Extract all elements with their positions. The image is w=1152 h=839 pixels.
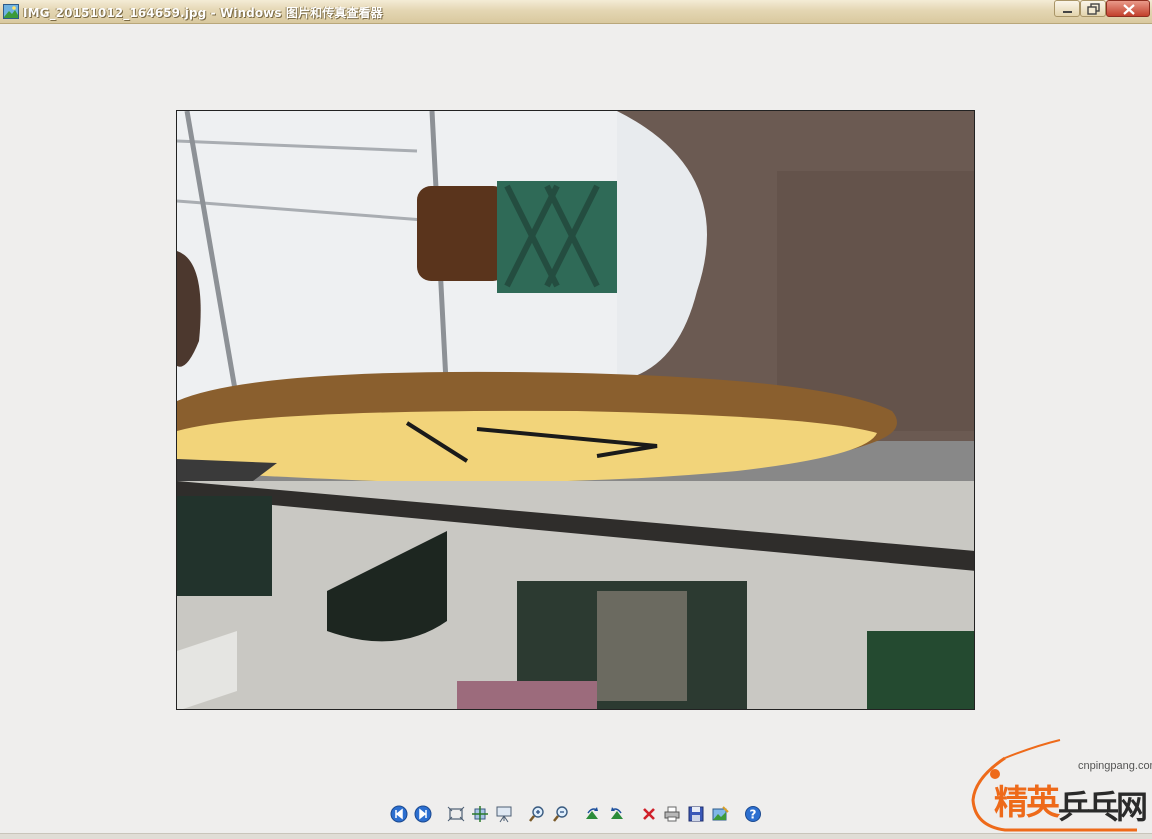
- next-circle-icon: [414, 805, 432, 823]
- zoom-in-button[interactable]: [528, 805, 546, 823]
- watermark-url: cnpingpang.com: [1078, 760, 1152, 772]
- zoom-out-button[interactable]: [552, 805, 570, 823]
- floppy-disk-icon: [688, 806, 704, 822]
- picture-viewer-icon: [3, 4, 19, 19]
- minimize-button[interactable]: [1054, 0, 1080, 17]
- edit-picture-icon: [712, 806, 729, 821]
- rotate-clockwise-button[interactable]: [584, 805, 602, 823]
- save-button[interactable]: [687, 805, 705, 823]
- help-button[interactable]: ?: [744, 805, 762, 823]
- title-bar[interactable]: IMG_20151012_164659.jpg - Windows 图片和传真查…: [0, 0, 1152, 24]
- next-image-button[interactable]: [414, 805, 432, 823]
- rotate-counterclockwise-button[interactable]: [607, 805, 625, 823]
- close-button[interactable]: [1106, 0, 1150, 17]
- best-fit-icon: [447, 806, 465, 822]
- svg-text:?: ?: [750, 808, 757, 822]
- minimize-icon: [1063, 11, 1072, 13]
- window-bottom-edge: [0, 833, 1152, 839]
- slideshow-button[interactable]: [495, 805, 513, 823]
- restore-button[interactable]: [1080, 0, 1106, 17]
- delete-x-icon: [643, 808, 655, 820]
- watermark-text-right: 乒乓网: [1058, 788, 1148, 826]
- restore-icon: [1087, 3, 1100, 15]
- slideshow-icon: [496, 806, 512, 823]
- actual-size-icon: [472, 806, 488, 822]
- close-icon: [1123, 4, 1135, 15]
- best-fit-button[interactable]: [447, 805, 465, 823]
- rotate-ccw-icon: [611, 807, 623, 819]
- print-button[interactable]: [663, 805, 681, 823]
- help-icon: ?: [745, 806, 761, 822]
- printer-icon: [664, 806, 680, 822]
- actual-size-button[interactable]: [471, 805, 489, 823]
- watermark-text-left: 精英: [994, 783, 1060, 823]
- open-for-editing-button[interactable]: [711, 805, 729, 823]
- prev-circle-icon: [390, 805, 408, 823]
- delete-button[interactable]: [640, 805, 658, 823]
- window-title: IMG_20151012_164659.jpg - Windows 图片和传真查…: [23, 6, 383, 20]
- previous-image-button[interactable]: [390, 805, 408, 823]
- zoom-out-icon: [553, 806, 568, 822]
- rotate-cw-icon: [586, 807, 598, 819]
- displayed-photo: [176, 110, 975, 710]
- zoom-in-icon: [529, 806, 544, 822]
